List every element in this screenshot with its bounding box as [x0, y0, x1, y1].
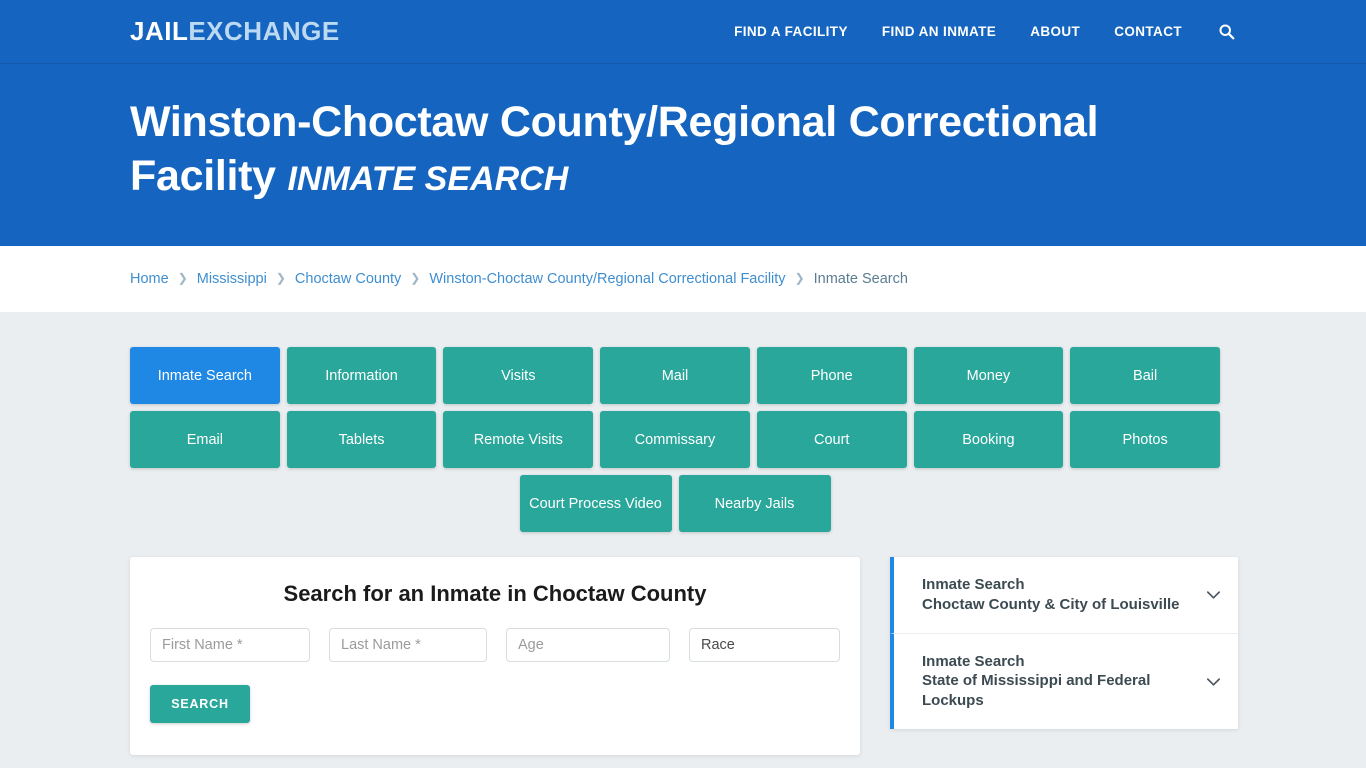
page-title-section: INMATE SEARCH: [287, 159, 569, 198]
accordion-item-subtitle: Choctaw County & City of Louisville: [922, 595, 1180, 613]
accordion-item-text: Inmate Search Choctaw County & City of L…: [922, 575, 1192, 615]
site-header: JAILEXCHANGE FIND A FACILITY FIND AN INM…: [0, 0, 1366, 64]
tab-mail[interactable]: Mail: [600, 347, 750, 404]
breadcrumb-item-home[interactable]: Home: [130, 271, 169, 287]
search-form-fields: Race: [150, 628, 840, 662]
breadcrumb-separator-icon: ❯: [794, 271, 805, 285]
tab-commissary[interactable]: Commissary: [600, 411, 750, 468]
tab-bail[interactable]: Bail: [1070, 347, 1220, 404]
tab-information[interactable]: Information: [286, 347, 437, 404]
breadcrumb-item-facility[interactable]: Winston-Choctaw County/Regional Correcti…: [429, 271, 785, 287]
tab-booking[interactable]: Booking: [913, 411, 1064, 468]
tab-tablets[interactable]: Tablets: [286, 411, 437, 468]
race-select[interactable]: Race: [689, 628, 840, 662]
search-icon[interactable]: [1216, 22, 1236, 42]
breadcrumb-item-mississippi[interactable]: Mississippi: [197, 271, 267, 287]
facility-tab-grid-row-3: Court Process Video Nearby Jails: [130, 475, 1220, 532]
breadcrumb-separator-icon: ❯: [177, 271, 188, 285]
tab-nearby-jails[interactable]: Nearby Jails: [678, 475, 831, 532]
inmate-search-card: Search for an Inmate in Choctaw County R…: [130, 557, 860, 755]
breadcrumb-separator-icon: ❯: [410, 271, 421, 285]
tab-photos[interactable]: Photos: [1070, 411, 1220, 468]
breadcrumb-item-inmate-search: Inmate Search: [813, 271, 908, 287]
logo-primary-text: JAIL: [130, 16, 189, 46]
accordion-item-choctaw-county[interactable]: Inmate Search Choctaw County & City of L…: [890, 557, 1238, 634]
tab-visits[interactable]: Visits: [443, 347, 594, 404]
chevron-down-icon[interactable]: [1202, 670, 1224, 692]
content-columns: Search for an Inmate in Choctaw County R…: [130, 557, 1238, 755]
primary-navigation: FIND A FACILITY FIND AN INMATE ABOUT CON…: [734, 22, 1236, 42]
facility-tab-grid-row-2: Email Tablets Remote Visits Commissary C…: [130, 411, 1220, 468]
search-button[interactable]: SEARCH: [150, 685, 250, 723]
logo-secondary-text: EXCHANGE: [188, 16, 340, 46]
breadcrumb-item-choctaw-county[interactable]: Choctaw County: [295, 271, 401, 287]
tab-email[interactable]: Email: [130, 411, 280, 468]
accordion-item-state-federal[interactable]: Inmate Search State of Mississippi and F…: [890, 633, 1238, 729]
tab-phone[interactable]: Phone: [756, 347, 907, 404]
nav-link-find-a-facility[interactable]: FIND A FACILITY: [734, 24, 848, 39]
tab-money[interactable]: Money: [913, 347, 1064, 404]
nav-link-about[interactable]: ABOUT: [1030, 24, 1080, 39]
page-title-facility: Winston-Choctaw County/Regional Correcti…: [130, 98, 1099, 200]
accordion-item-title: Inmate Search: [922, 576, 1025, 593]
breadcrumb-bar: Home ❯ Mississippi ❯ Choctaw County ❯ Wi…: [0, 246, 1366, 313]
nav-link-contact[interactable]: CONTACT: [1114, 24, 1182, 39]
first-name-input[interactable]: [150, 628, 310, 662]
tab-inmate-search[interactable]: Inmate Search: [130, 347, 280, 404]
tab-court-process-video[interactable]: Court Process Video: [519, 475, 672, 532]
tab-court[interactable]: Court: [756, 411, 907, 468]
chevron-down-icon[interactable]: [1202, 584, 1224, 606]
search-card-heading: Search for an Inmate in Choctaw County: [283, 581, 707, 606]
tab-remote-visits[interactable]: Remote Visits: [443, 411, 594, 468]
nav-link-find-an-inmate[interactable]: FIND AN INMATE: [882, 24, 996, 39]
accordion-item-title: Inmate Search: [922, 652, 1025, 670]
accordion-item-subtitle: State of Mississippi and Federal Lockups: [922, 672, 1151, 710]
page-title: Winston-Choctaw County/Regional Correcti…: [130, 96, 1190, 204]
age-input[interactable]: [506, 628, 670, 662]
breadcrumb-separator-icon: ❯: [275, 271, 286, 285]
last-name-input[interactable]: [329, 628, 487, 662]
breadcrumb: Home ❯ Mississippi ❯ Choctaw County ❯ Wi…: [130, 271, 908, 287]
facility-tab-grid-row-1: Inmate Search Information Visits Mail Ph…: [130, 347, 1220, 404]
site-logo[interactable]: JAILEXCHANGE: [130, 16, 340, 47]
hero-banner: Winston-Choctaw County/Regional Correcti…: [0, 64, 1366, 246]
related-searches-accordion: Inmate Search Choctaw County & City of L…: [890, 557, 1238, 729]
main-content: Inmate Search Information Visits Mail Ph…: [0, 313, 1366, 768]
accordion-item-text: Inmate Search State of Mississippi and F…: [922, 652, 1192, 711]
